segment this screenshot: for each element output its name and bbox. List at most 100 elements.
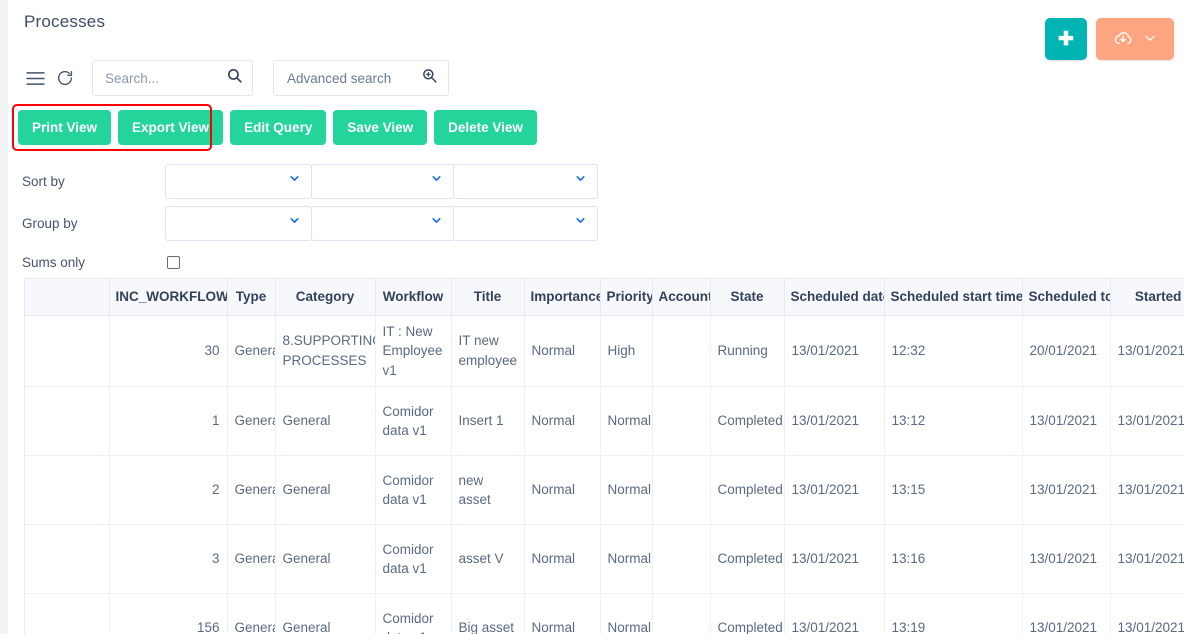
- cell-state: Completed: [710, 455, 785, 526]
- sort-by-select-1[interactable]: [165, 163, 312, 199]
- table-row[interactable]: 156GeneralGeneralComidor data v1Big asse…: [25, 593, 1184, 634]
- table-header-row: INC_WORKFLOW Type Category Workflow Titl…: [25, 279, 1184, 316]
- cell-scheduled-date: 13/01/2021: [784, 524, 885, 595]
- cell-account: [652, 524, 711, 595]
- cell-scheduled-to: 13/01/2021: [1022, 524, 1111, 595]
- cell-scheduled-start-time: 13:12: [884, 386, 1023, 457]
- column-header-importance[interactable]: Importance: [524, 279, 601, 316]
- cell-type: General: [227, 386, 276, 457]
- cell-state: Running: [710, 315, 785, 388]
- table-row[interactable]: 30General8.SUPPORTING PROCESSESIT : New …: [25, 315, 1184, 388]
- sort-by-selects: [165, 163, 598, 199]
- cell-importance: Normal: [524, 524, 601, 595]
- cell-workflow: Comidor data v1: [375, 524, 452, 595]
- table-row[interactable]: 1GeneralGeneralComidor data v1Insert 1No…: [25, 386, 1184, 457]
- group-by-selects: [165, 205, 598, 241]
- group-by-select-1[interactable]: [165, 205, 312, 241]
- cell-category: 8.SUPPORTING PROCESSES: [275, 315, 376, 388]
- cell-title: Insert 1: [451, 386, 525, 457]
- chevron-down-icon: [430, 214, 443, 232]
- column-header-started-at[interactable]: Started at: [1110, 279, 1184, 316]
- chevron-down-icon: [1143, 31, 1157, 48]
- zoom-in-search-icon[interactable]: [421, 67, 438, 89]
- cell-priority: Normal: [600, 386, 653, 457]
- cell-state: Completed: [710, 386, 785, 457]
- sort-by-select-2[interactable]: [311, 163, 454, 199]
- column-header-scheduled-date[interactable]: Scheduled date: [784, 279, 885, 316]
- group-by-select-2[interactable]: [311, 205, 454, 241]
- refresh-icon[interactable]: [52, 63, 78, 93]
- cell-workflow: IT : New Employee v1: [375, 315, 452, 388]
- advanced-search-box[interactable]: Advanced search: [273, 60, 449, 96]
- column-header-type[interactable]: Type: [227, 279, 276, 316]
- cell-started-at: 13/01/2021: [1110, 455, 1184, 526]
- column-header-scheduled-to[interactable]: Scheduled to: [1022, 279, 1111, 316]
- cell-started-at: 13/01/2021: [1110, 315, 1184, 388]
- cell-priority: Normal: [600, 593, 653, 634]
- cell-scheduled-to: 20/01/2021: [1022, 315, 1111, 388]
- column-header-scheduled-start-time[interactable]: Scheduled start time: [884, 279, 1023, 316]
- column-header-category[interactable]: Category: [275, 279, 376, 316]
- search-box[interactable]: [92, 60, 253, 96]
- cell-category: General: [275, 386, 376, 457]
- cell-title: asset V: [451, 524, 525, 595]
- sums-only-checkbox[interactable]: [167, 255, 180, 269]
- search-icon[interactable]: [226, 67, 243, 89]
- print-view-button[interactable]: Print View: [18, 110, 112, 145]
- cell-scheduled-to: 13/01/2021: [1022, 593, 1111, 634]
- cell-started-at: 13/01/2021: [1110, 524, 1184, 595]
- sort-by-row: Sort by: [22, 160, 622, 202]
- column-header-workflow[interactable]: Workflow: [375, 279, 452, 316]
- column-header-state[interactable]: State: [710, 279, 785, 316]
- cell-select: [25, 315, 110, 388]
- group-by-row: Group by: [22, 202, 622, 244]
- view-buttons-group: Print View Export View Edit Query Save V…: [18, 110, 537, 145]
- add-button[interactable]: ✚: [1045, 18, 1087, 60]
- table-row[interactable]: 3GeneralGeneralComidor data v1asset VNor…: [25, 524, 1184, 595]
- chevron-down-icon: [430, 172, 443, 190]
- cell-scheduled-date: 13/01/2021: [784, 315, 885, 388]
- cell-account: [652, 455, 711, 526]
- column-header-inc-workflow[interactable]: INC_WORKFLOW: [109, 279, 228, 316]
- cell-select: [25, 455, 110, 526]
- column-header-account[interactable]: Account: [652, 279, 711, 316]
- processes-table-container[interactable]: INC_WORKFLOW Type Category Workflow Titl…: [24, 278, 1184, 634]
- cell-type: General: [227, 593, 276, 634]
- filter-controls: Sort by Group by Sums only: [22, 160, 622, 280]
- sums-only-row: Sums only: [22, 244, 622, 280]
- sort-by-select-3[interactable]: [453, 163, 598, 199]
- sums-only-label: Sums only: [22, 254, 86, 270]
- cloud-download-icon: [1113, 28, 1133, 51]
- save-view-button[interactable]: Save View: [333, 110, 428, 145]
- plus-icon: ✚: [1058, 28, 1074, 50]
- cell-select: [25, 524, 110, 595]
- cell-select: [25, 593, 110, 634]
- cell-scheduled-date: 13/01/2021: [784, 386, 885, 457]
- table-body: 30General8.SUPPORTING PROCESSESIT : New …: [25, 315, 1184, 634]
- cell-title: Big asset: [451, 593, 525, 634]
- cell-scheduled-to: 13/01/2021: [1022, 455, 1111, 526]
- edit-query-button[interactable]: Edit Query: [230, 110, 327, 145]
- cell-account: [652, 315, 711, 388]
- column-header-select[interactable]: [25, 279, 110, 316]
- cell-inc-workflow: 1: [109, 386, 228, 457]
- column-header-priority[interactable]: Priority: [600, 279, 653, 316]
- page-title: Processes: [24, 12, 106, 31]
- delete-view-button[interactable]: Delete View: [434, 110, 537, 145]
- left-gutter: [0, 0, 8, 634]
- column-header-title[interactable]: Title: [451, 279, 525, 316]
- toolbar: Advanced search: [22, 60, 449, 96]
- search-input[interactable]: [103, 69, 226, 87]
- table-row[interactable]: 2GeneralGeneralComidor data v1new assetN…: [25, 455, 1184, 526]
- hamburger-menu-icon[interactable]: [22, 63, 48, 93]
- sort-by-label: Sort by: [22, 173, 65, 189]
- cell-category: General: [275, 524, 376, 595]
- cell-started-at: 13/01/2021: [1110, 386, 1184, 457]
- cell-scheduled-start-time: 13:15: [884, 455, 1023, 526]
- cell-priority: Normal: [600, 524, 653, 595]
- cell-inc-workflow: 30: [109, 315, 228, 388]
- cell-scheduled-start-time: 13:19: [884, 593, 1023, 634]
- group-by-select-3[interactable]: [453, 205, 598, 241]
- export-view-button[interactable]: Export View: [118, 110, 224, 145]
- export-dropdown-button[interactable]: [1096, 18, 1174, 60]
